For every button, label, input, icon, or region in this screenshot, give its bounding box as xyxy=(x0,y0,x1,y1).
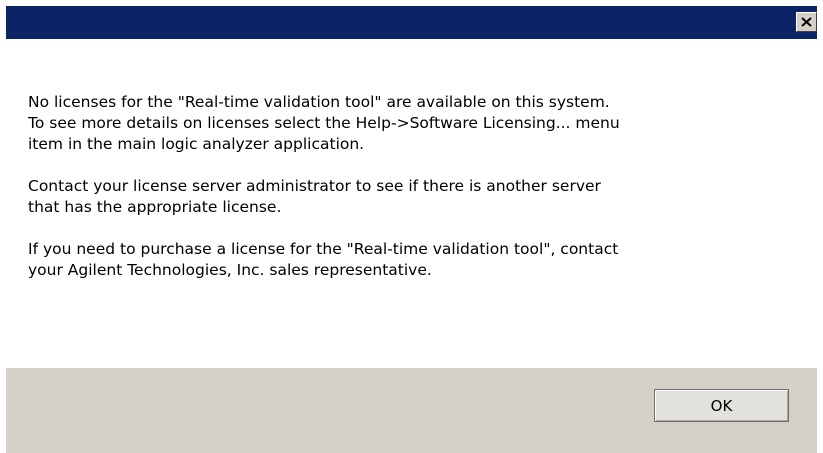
message-paragraph-purchase: If you need to purchase a license for th… xyxy=(28,240,619,279)
close-icon xyxy=(801,17,812,27)
title-bar[interactable] xyxy=(6,6,817,39)
message-paragraph-availability: No licenses for the "Real-time validatio… xyxy=(28,93,620,153)
ok-button[interactable]: OK xyxy=(654,389,789,422)
close-button[interactable] xyxy=(796,12,817,32)
license-dialog: No licenses for the "Real-time validatio… xyxy=(0,0,823,453)
button-bar: OK xyxy=(6,368,817,453)
message-paragraph-contact-admin: Contact your license server administrato… xyxy=(28,177,601,216)
message-body: No licenses for the "Real-time validatio… xyxy=(28,92,798,302)
